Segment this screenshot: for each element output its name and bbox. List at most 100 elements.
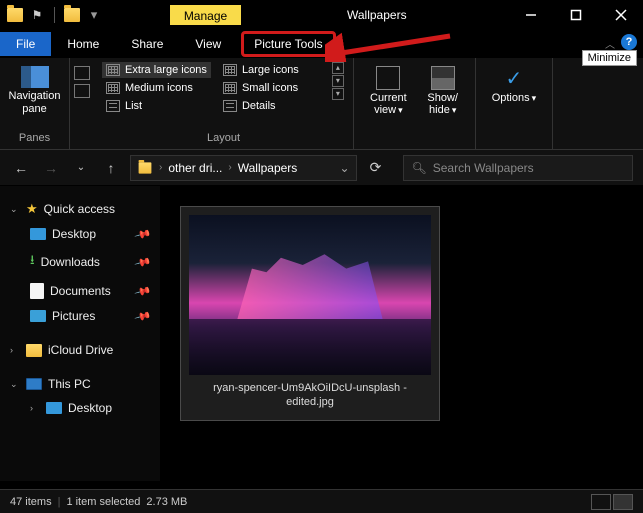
pin-icon[interactable]: ⚑	[28, 6, 46, 24]
sidebar-item-desktop-pc[interactable]: › Desktop	[6, 396, 154, 420]
layout-scroll: ▴ ▾ ▾	[332, 62, 344, 114]
chevron-down-icon[interactable]: ⌄	[10, 204, 20, 215]
pin-icon: 📌	[134, 307, 152, 325]
main-area: ⌄ ★ Quick access Desktop 📌 ⭳ Downloads 📌…	[0, 186, 643, 481]
breadcrumb-segment[interactable]: Wallpapers	[238, 161, 298, 175]
navigation-pane-icon	[21, 66, 49, 88]
navigation-pane: ⌄ ★ Quick access Desktop 📌 ⭳ Downloads 📌…	[0, 186, 160, 481]
file-thumbnail[interactable]: ryan-spencer-Um9AkOiIDcU-unsplash - edit…	[180, 206, 440, 421]
file-tab[interactable]: File	[0, 32, 51, 56]
download-icon: ⭳	[30, 251, 35, 273]
back-button[interactable]: ←	[10, 157, 32, 179]
forward-button[interactable]: →	[40, 157, 62, 179]
list-icon	[223, 100, 237, 112]
show-hide-button[interactable]: Show/ hide	[419, 62, 467, 147]
layout-list[interactable]: List	[102, 98, 211, 114]
sidebar-item-documents[interactable]: Documents 📌	[6, 278, 154, 304]
folder-icon	[26, 344, 42, 357]
pin-icon: 📌	[134, 225, 152, 243]
folder-icon	[139, 162, 152, 173]
separator	[54, 7, 55, 23]
star-icon: ★	[26, 201, 38, 217]
file-name-label: ryan-spencer-Um9AkOiIDcU-unsplash - edit…	[189, 375, 431, 412]
search-placeholder: Search Wallpapers	[433, 161, 534, 175]
window-title: Wallpapers	[347, 8, 407, 22]
details-pane-icon[interactable]	[74, 84, 90, 98]
search-input[interactable]: 🔍︎ Search Wallpapers	[403, 155, 634, 181]
preview-pane-icon[interactable]	[74, 66, 90, 80]
picture-tools-tab[interactable]: Picture Tools	[241, 31, 335, 57]
address-dropdown-icon[interactable]: ⌄	[339, 161, 349, 175]
chevron-down-icon[interactable]: ⌄	[10, 379, 20, 390]
view-mode-toggle	[591, 494, 633, 510]
navigation-pane-button[interactable]: Navigation pane	[8, 62, 61, 116]
layout-group: Extra large icons Large icons Medium ico…	[94, 58, 354, 149]
layout-large-icons[interactable]: Large icons	[219, 62, 328, 78]
window-controls	[508, 0, 643, 30]
share-tab[interactable]: Share	[115, 32, 179, 56]
scroll-down-icon[interactable]: ▾	[332, 75, 344, 87]
sidebar-item-quick-access[interactable]: ⌄ ★ Quick access	[6, 196, 154, 222]
pin-icon: 📌	[134, 282, 152, 300]
grid-icon	[106, 64, 120, 76]
chevron-right-icon[interactable]: ›	[30, 403, 40, 413]
navigation-bar: ← → ⌄ ↑ › other dri... › Wallpapers ⌄ ⟳ …	[0, 150, 643, 186]
customize-qat-icon[interactable]: ▾	[85, 6, 103, 24]
sidebar-item-icloud[interactable]: › iCloud Drive	[6, 338, 154, 362]
details-view-button[interactable]	[591, 494, 611, 510]
navigation-pane-label: Navigation pane	[9, 90, 61, 116]
titlebar: ⚑ ▾ Manage Wallpapers	[0, 0, 643, 30]
view-tab[interactable]: View	[179, 32, 237, 56]
chevron-right-icon[interactable]: ›	[10, 345, 20, 355]
layout-extra-large-icons[interactable]: Extra large icons	[102, 62, 211, 78]
ribbon-tabs: File Home Share View Picture Tools ︿ ?	[0, 30, 643, 58]
current-view-button[interactable]: Current view	[362, 62, 415, 147]
chevron-right-icon[interactable]: ›	[228, 162, 231, 173]
search-icon: 🔍︎	[412, 161, 427, 175]
manage-tab[interactable]: Manage	[170, 5, 241, 25]
sidebar-item-pictures[interactable]: Pictures 📌	[6, 304, 154, 328]
sidebar-item-this-pc[interactable]: ⌄ This PC	[6, 372, 154, 396]
panes-group-label: Panes	[8, 132, 61, 147]
up-button[interactable]: ↑	[100, 157, 122, 179]
scroll-up-icon[interactable]: ▴	[332, 62, 344, 74]
layout-medium-icons[interactable]: Medium icons	[102, 80, 211, 96]
current-view-icon	[376, 66, 400, 90]
folder-icon[interactable]	[63, 6, 81, 24]
pc-icon	[26, 378, 42, 390]
pin-icon: 📌	[134, 253, 152, 271]
grid-icon	[106, 82, 120, 94]
show-hide-icon	[431, 66, 455, 90]
file-list[interactable]: ryan-spencer-Um9AkOiIDcU-unsplash - edit…	[160, 186, 643, 481]
maximize-button[interactable]	[553, 0, 598, 30]
collapse-ribbon-icon[interactable]: ︿	[605, 36, 615, 51]
recent-locations-icon[interactable]: ⌄	[70, 157, 92, 179]
desktop-icon	[30, 228, 46, 240]
status-item-count: 47 items	[10, 496, 52, 508]
chevron-right-icon[interactable]: ›	[159, 162, 162, 173]
options-button[interactable]: ✓ Options	[484, 62, 544, 104]
list-icon	[106, 100, 120, 112]
sidebar-item-desktop[interactable]: Desktop 📌	[6, 222, 154, 246]
help-icon[interactable]: ?	[621, 34, 637, 50]
minimize-tooltip: Minimize	[582, 50, 637, 66]
thumbnails-view-button[interactable]	[613, 494, 633, 510]
home-tab[interactable]: Home	[51, 32, 115, 56]
grid-icon	[223, 64, 237, 76]
layout-details[interactable]: Details	[219, 98, 328, 114]
thumbnail-image	[189, 215, 431, 375]
grid-icon	[223, 82, 237, 94]
status-selected-count: 1 item selected	[66, 496, 140, 508]
address-bar[interactable]: › other dri... › Wallpapers ⌄	[130, 155, 357, 181]
options-group: ✓ Options	[476, 58, 553, 149]
minimize-button[interactable]	[508, 0, 553, 30]
breadcrumb-segment[interactable]: other dri...	[168, 161, 222, 175]
layout-small-icons[interactable]: Small icons	[219, 80, 328, 96]
layout-group-label: Layout	[102, 132, 345, 147]
panes-extra	[70, 58, 94, 149]
refresh-button[interactable]: ⟳	[365, 157, 387, 179]
close-button[interactable]	[598, 0, 643, 30]
layout-more-icon[interactable]: ▾	[332, 88, 344, 100]
sidebar-item-downloads[interactable]: ⭳ Downloads 📌	[6, 246, 154, 278]
view-controls-group: Current view Show/ hide	[354, 58, 476, 149]
